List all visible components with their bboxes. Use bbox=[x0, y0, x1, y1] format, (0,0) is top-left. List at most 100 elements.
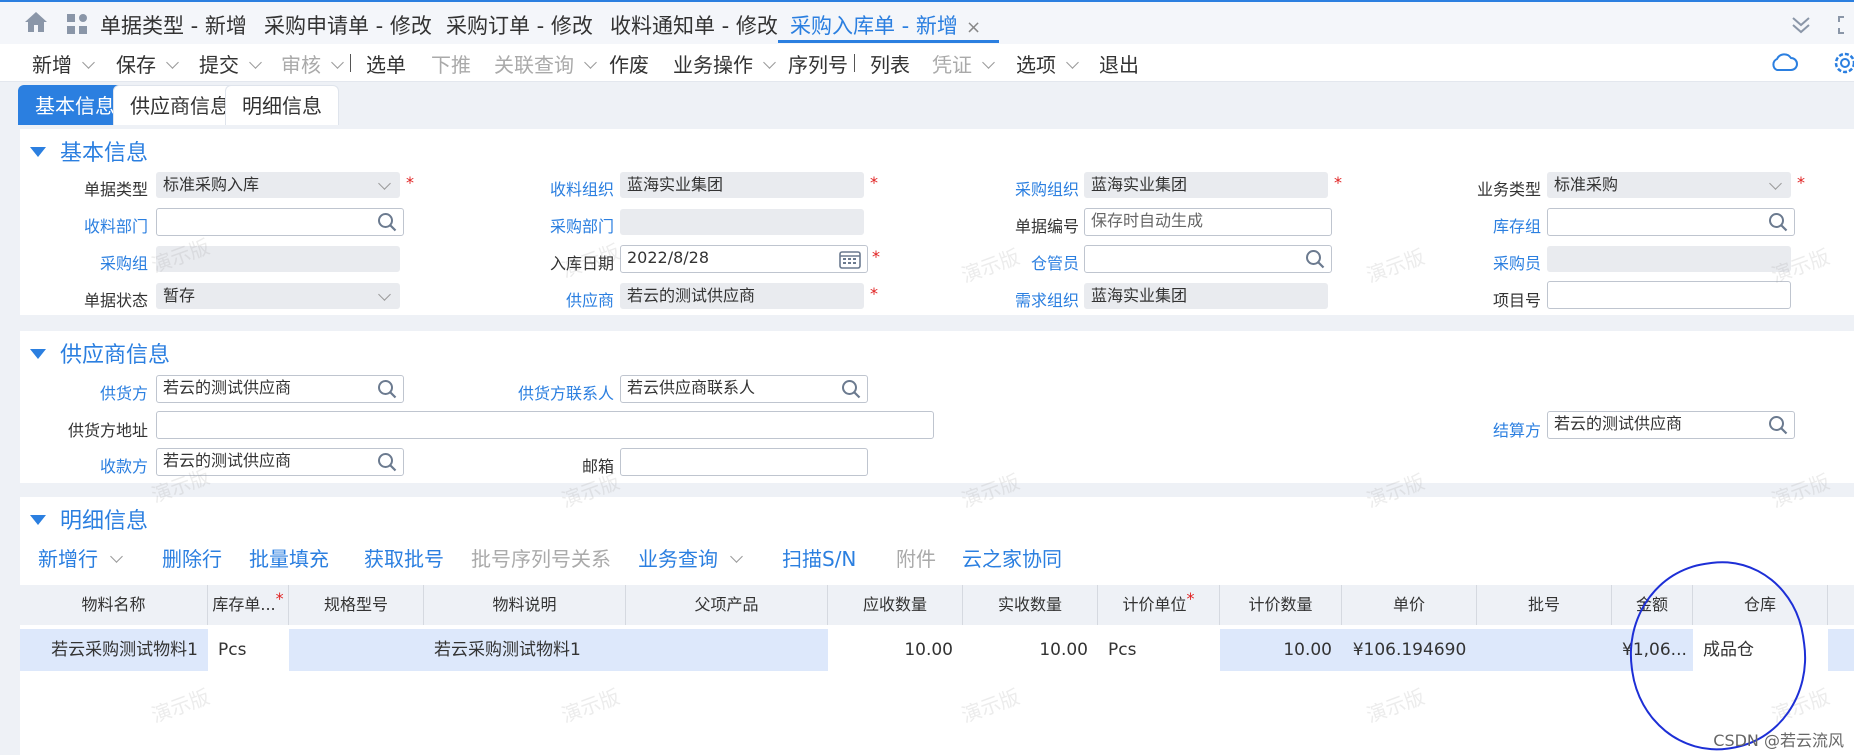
recv-org-label[interactable]: 收料组织 bbox=[550, 176, 614, 200]
add-row-button[interactable]: 新增行 bbox=[38, 543, 123, 572]
calendar-icon[interactable] bbox=[839, 249, 861, 269]
col-material-name[interactable]: 物料名称 bbox=[20, 585, 208, 625]
pur-group-label[interactable]: 采购组 bbox=[100, 250, 148, 274]
col-lot-no[interactable]: 批号 bbox=[1477, 585, 1612, 625]
supply-party-label[interactable]: 供货方 bbox=[100, 380, 148, 404]
cell-price-qty[interactable]: 10.00 bbox=[1220, 629, 1342, 671]
buyer-label[interactable]: 采购员 bbox=[1493, 250, 1541, 274]
pur-org-label[interactable]: 采购组织 bbox=[1015, 176, 1079, 200]
search-icon[interactable] bbox=[377, 212, 397, 232]
search-icon[interactable] bbox=[841, 379, 861, 399]
recv-dept-field[interactable] bbox=[156, 208, 404, 236]
supplier-info-title[interactable]: 供应商信息 bbox=[30, 337, 170, 369]
demand-org-field[interactable]: 蓝海实业集团 bbox=[1084, 283, 1328, 309]
col-price-qty[interactable]: 计价数量 bbox=[1220, 585, 1342, 625]
cell-parent-product[interactable] bbox=[626, 629, 828, 671]
tab-receipt-notice[interactable]: 收料通知单 - 修改 bbox=[610, 10, 778, 40]
doc-type-select[interactable]: 标准采购入库 bbox=[156, 172, 400, 198]
col-stock-unit[interactable]: 库存单...* bbox=[208, 585, 289, 625]
tab-purchase-inbound[interactable]: 采购入库单 - 新增 × bbox=[777, 10, 1000, 43]
in-date-field[interactable]: 2022/8/28 bbox=[620, 245, 868, 273]
cell-lot-no[interactable] bbox=[1477, 629, 1612, 671]
search-icon[interactable] bbox=[1768, 212, 1788, 232]
supply-contact-field[interactable]: 若云供应商联系人 bbox=[620, 375, 868, 403]
apps-grid-icon[interactable] bbox=[66, 13, 88, 35]
col-real-qty[interactable]: 实收数量 bbox=[963, 585, 1098, 625]
list-button[interactable]: 列表 bbox=[870, 49, 910, 78]
cell-material-desc[interactable]: 若云采购测试物料1 bbox=[424, 629, 626, 671]
col-parent-product[interactable]: 父项产品 bbox=[626, 585, 828, 625]
keeper-label[interactable]: 仓管员 bbox=[1031, 250, 1079, 274]
related-query-button[interactable]: 关联查询 bbox=[494, 49, 597, 78]
batch-fill-button[interactable]: 批量填充 bbox=[249, 543, 329, 572]
tab-doc-type[interactable]: 单据类型 - 新增 bbox=[100, 10, 247, 40]
supply-contact-label[interactable]: 供货方联系人 bbox=[518, 380, 614, 404]
col-due-qty[interactable]: 应收数量 bbox=[828, 585, 963, 625]
voucher-button[interactable]: 凭证 bbox=[932, 49, 995, 78]
demand-org-label[interactable]: 需求组织 bbox=[1015, 287, 1079, 311]
tab-purchase-order[interactable]: 采购订单 - 修改 bbox=[446, 10, 593, 40]
supply-party-field[interactable]: 若云的测试供应商 bbox=[156, 375, 404, 403]
pur-org-field[interactable]: 蓝海实业集团 bbox=[1084, 172, 1328, 198]
cloud-icon[interactable] bbox=[1770, 52, 1798, 72]
doc-no-field[interactable]: 保存时自动生成 bbox=[1084, 208, 1332, 236]
settle-party-field[interactable]: 若云的测试供应商 bbox=[1547, 411, 1795, 439]
close-icon[interactable]: × bbox=[966, 17, 981, 38]
attachment-button[interactable]: 附件 bbox=[896, 543, 936, 572]
pur-group-field[interactable] bbox=[156, 246, 400, 272]
cell-real-qty[interactable]: 10.00 bbox=[963, 629, 1098, 671]
push-down-button[interactable]: 下推 bbox=[431, 49, 471, 78]
business-ops-button[interactable]: 业务操作 bbox=[673, 49, 776, 78]
col-material-desc[interactable]: 物料说明 bbox=[424, 585, 626, 625]
cell-material-name[interactable]: 若云采购测试物料1 bbox=[0, 629, 208, 671]
basic-info-title[interactable]: 基本信息 bbox=[30, 135, 148, 167]
new-button[interactable]: 新增 bbox=[32, 49, 95, 78]
tab-detail-info[interactable]: 明细信息 bbox=[225, 85, 339, 125]
payee-field[interactable]: 若云的测试供应商 bbox=[156, 448, 404, 476]
lot-serial-relation-button[interactable]: 批号序列号关系 bbox=[471, 543, 611, 572]
detail-info-title[interactable]: 明细信息 bbox=[30, 503, 148, 535]
search-icon[interactable] bbox=[377, 452, 397, 472]
email-field[interactable] bbox=[620, 448, 868, 476]
search-icon[interactable] bbox=[377, 379, 397, 399]
cell-spec[interactable] bbox=[289, 629, 424, 671]
search-icon[interactable] bbox=[1768, 415, 1788, 435]
table-row[interactable]: 若云采购测试物料1 Pcs 若云采购测试物料1 10.00 10.00 Pcs … bbox=[20, 629, 1854, 671]
exit-button[interactable]: 退出 bbox=[1099, 49, 1139, 78]
delete-row-button[interactable]: 删除行 bbox=[162, 543, 222, 572]
stock-group-label[interactable]: 库存组 bbox=[1493, 213, 1541, 237]
fullscreen-icon[interactable] bbox=[1838, 14, 1854, 36]
biz-type-select[interactable]: 标准采购 bbox=[1547, 172, 1791, 198]
keeper-field[interactable] bbox=[1084, 245, 1332, 273]
recv-dept-label[interactable]: 收料部门 bbox=[84, 213, 148, 237]
get-lot-button[interactable]: 获取批号 bbox=[364, 543, 444, 572]
col-unit-price[interactable]: 单价 bbox=[1342, 585, 1477, 625]
select-doc-button[interactable]: 选单 bbox=[366, 49, 406, 78]
cell-unit-price[interactable]: ¥106.194690 bbox=[1342, 629, 1477, 671]
biz-query-button[interactable]: 业务查询 bbox=[638, 543, 743, 572]
cell-stock-unit[interactable]: Pcs bbox=[208, 629, 289, 671]
supplier-field[interactable]: 若云的测试供应商 bbox=[620, 283, 864, 309]
project-no-field[interactable] bbox=[1547, 281, 1791, 309]
home-icon[interactable] bbox=[24, 11, 48, 33]
save-button[interactable]: 保存 bbox=[116, 49, 179, 78]
pur-dept-label[interactable]: 采购部门 bbox=[550, 213, 614, 237]
settle-party-label[interactable]: 结算方 bbox=[1493, 417, 1541, 441]
cloud-collab-button[interactable]: 云之家协同 bbox=[962, 543, 1062, 572]
status-select[interactable]: 暂存 bbox=[156, 283, 400, 309]
col-price-unit[interactable]: 计价单位* bbox=[1098, 585, 1220, 625]
void-button[interactable]: 作废 bbox=[609, 49, 649, 78]
pur-dept-field[interactable] bbox=[620, 209, 864, 235]
options-button[interactable]: 选项 bbox=[1016, 49, 1079, 78]
tab-purchase-request[interactable]: 采购申请单 - 修改 bbox=[264, 10, 432, 40]
gear-icon[interactable] bbox=[1832, 50, 1854, 76]
scan-sn-button[interactable]: 扫描S/N bbox=[782, 543, 856, 572]
supply-address-field[interactable] bbox=[156, 411, 934, 439]
buyer-field[interactable] bbox=[1547, 246, 1791, 272]
submit-button[interactable]: 提交 bbox=[199, 49, 262, 78]
search-icon[interactable] bbox=[1305, 249, 1325, 269]
stock-group-field[interactable] bbox=[1547, 208, 1795, 236]
cell-price-unit[interactable]: Pcs bbox=[1098, 629, 1220, 671]
supplier-label[interactable]: 供应商 bbox=[566, 287, 614, 311]
cell-due-qty[interactable]: 10.00 bbox=[828, 629, 963, 671]
